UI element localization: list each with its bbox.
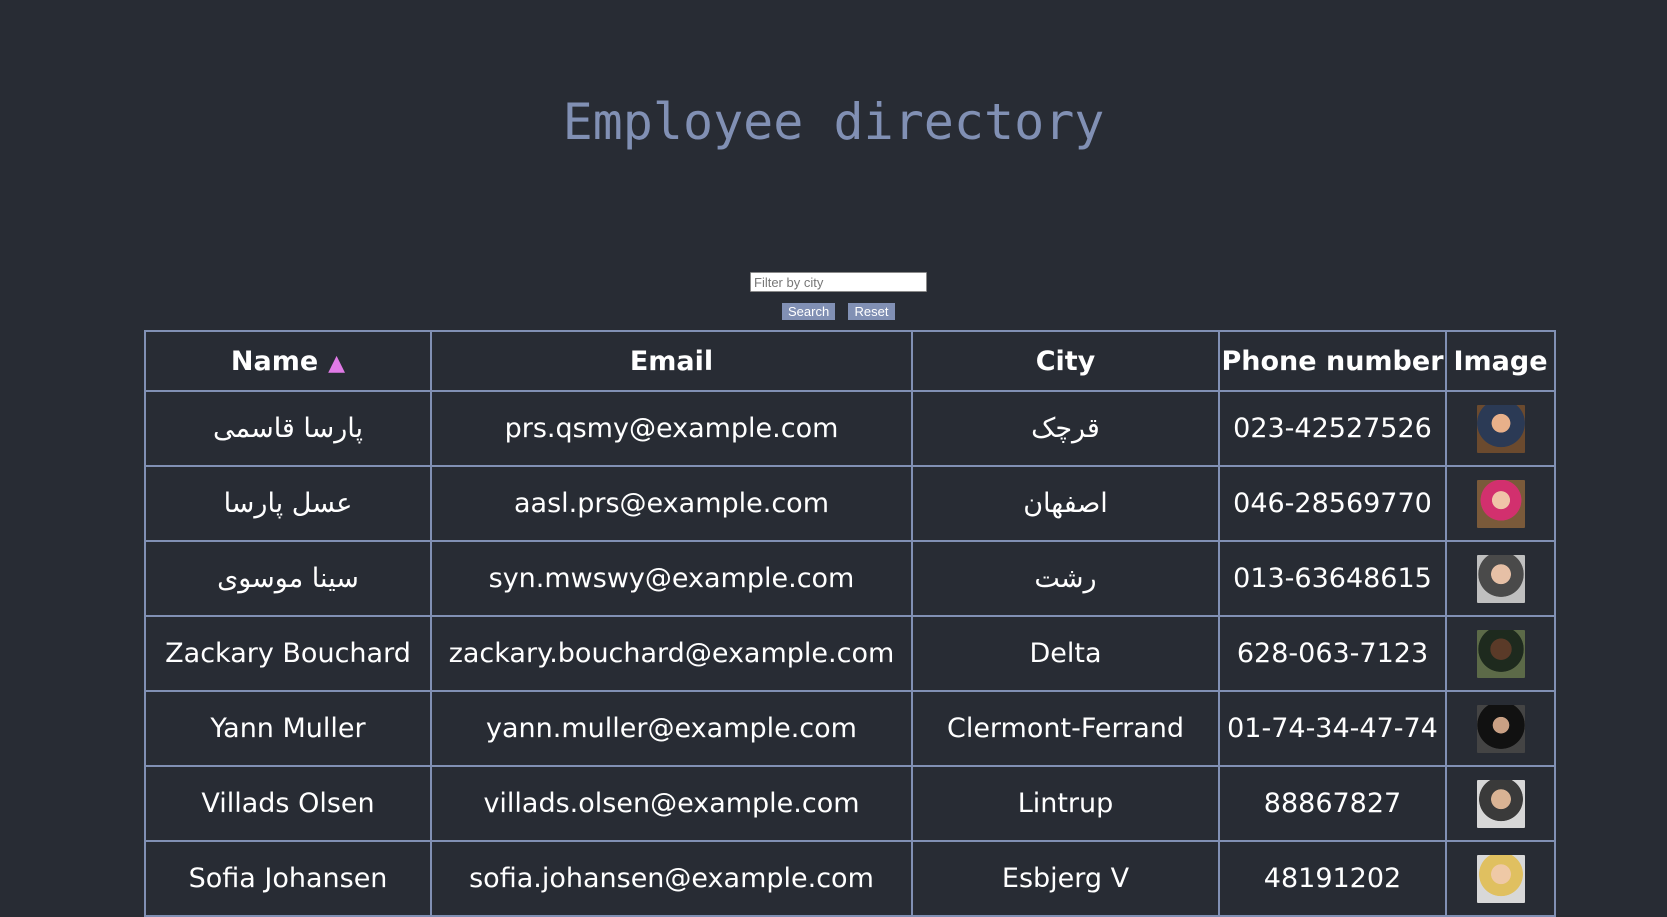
employee-image-cell	[1445, 765, 1556, 842]
employee-email: villads.olsen@example.com	[430, 765, 913, 842]
table-row: Villads Olsen villads.olsen@example.com …	[144, 765, 1556, 842]
column-header-email[interactable]: Email	[430, 330, 913, 392]
employee-phone: 88867827	[1218, 765, 1447, 842]
avatar	[1476, 629, 1525, 678]
employee-name: Sofia Johansen	[144, 840, 432, 917]
employee-phone: 01-74-34-47-74	[1218, 690, 1447, 767]
employee-phone: 48191202	[1218, 840, 1447, 917]
column-header-email-label: Email	[629, 345, 714, 377]
employee-image-cell	[1445, 840, 1556, 917]
employee-image-cell	[1445, 465, 1556, 542]
column-header-name[interactable]: Name ▲	[144, 330, 432, 392]
sort-ascending-icon: ▲	[328, 350, 346, 376]
employee-email: zackary.bouchard@example.com	[430, 615, 913, 692]
search-button[interactable]: Search	[782, 303, 835, 320]
employee-image-cell	[1445, 390, 1556, 467]
employee-name: سینا موسوی	[144, 540, 432, 617]
employee-phone: 023-42527526	[1218, 390, 1447, 467]
table-row: Yann Muller yann.muller@example.com Cler…	[144, 690, 1556, 767]
column-header-city[interactable]: City	[911, 330, 1220, 392]
avatar	[1476, 404, 1525, 453]
table-header-row: Name ▲ Email City Phone number Image	[144, 330, 1556, 392]
column-header-phone[interactable]: Phone number	[1218, 330, 1447, 392]
employee-city: Clermont-Ferrand	[911, 690, 1220, 767]
employee-email: sofia.johansen@example.com	[430, 840, 913, 917]
employee-phone: 013-63648615	[1218, 540, 1447, 617]
column-header-image-label: Image	[1453, 345, 1548, 377]
employee-city: قرچک	[911, 390, 1220, 467]
column-header-image[interactable]: Image	[1445, 330, 1556, 392]
employee-name: عسل پارسا	[144, 465, 432, 542]
employee-email: aasl.prs@example.com	[430, 465, 913, 542]
employee-city: رشت	[911, 540, 1220, 617]
reset-button[interactable]: Reset	[848, 303, 895, 320]
employee-phone: 046-28569770	[1218, 465, 1447, 542]
employee-city: Delta	[911, 615, 1220, 692]
employee-name: Yann Muller	[144, 690, 432, 767]
employee-image-cell	[1445, 540, 1556, 617]
employee-table: Name ▲ Email City Phone number Image پارس…	[144, 330, 1556, 917]
table-row: Zackary Bouchard zackary.bouchard@exampl…	[144, 615, 1556, 692]
table-row: Sofia Johansen sofia.johansen@example.co…	[144, 840, 1556, 917]
employee-city: Lintrup	[911, 765, 1220, 842]
avatar	[1476, 479, 1525, 528]
avatar	[1476, 854, 1525, 903]
table-row: پارسا قاسمی prs.qsmy@example.com قرچک 02…	[144, 390, 1556, 467]
table-row: سینا موسوی syn.mwswy@example.com رشت 013…	[144, 540, 1556, 617]
employee-name: Villads Olsen	[144, 765, 432, 842]
city-filter-input[interactable]	[750, 272, 927, 292]
table-row: عسل پارسا aasl.prs@example.com اصفهان 04…	[144, 465, 1556, 542]
employee-city: اصفهان	[911, 465, 1220, 542]
avatar	[1476, 779, 1525, 828]
employee-email: yann.muller@example.com	[430, 690, 913, 767]
employee-name: پارسا قاسمی	[144, 390, 432, 467]
column-header-city-label: City	[1035, 345, 1096, 377]
employee-image-cell	[1445, 615, 1556, 692]
employee-phone: 628-063-7123	[1218, 615, 1447, 692]
employee-image-cell	[1445, 690, 1556, 767]
employee-email: syn.mwswy@example.com	[430, 540, 913, 617]
column-header-phone-label: Phone number	[1221, 345, 1444, 377]
avatar	[1476, 704, 1525, 753]
avatar	[1476, 554, 1525, 603]
page-title: Employee directory	[562, 93, 1105, 151]
employee-name: Zackary Bouchard	[144, 615, 432, 692]
column-header-name-label: Name	[230, 345, 319, 377]
employee-email: prs.qsmy@example.com	[430, 390, 913, 467]
employee-city: Esbjerg V	[911, 840, 1220, 917]
